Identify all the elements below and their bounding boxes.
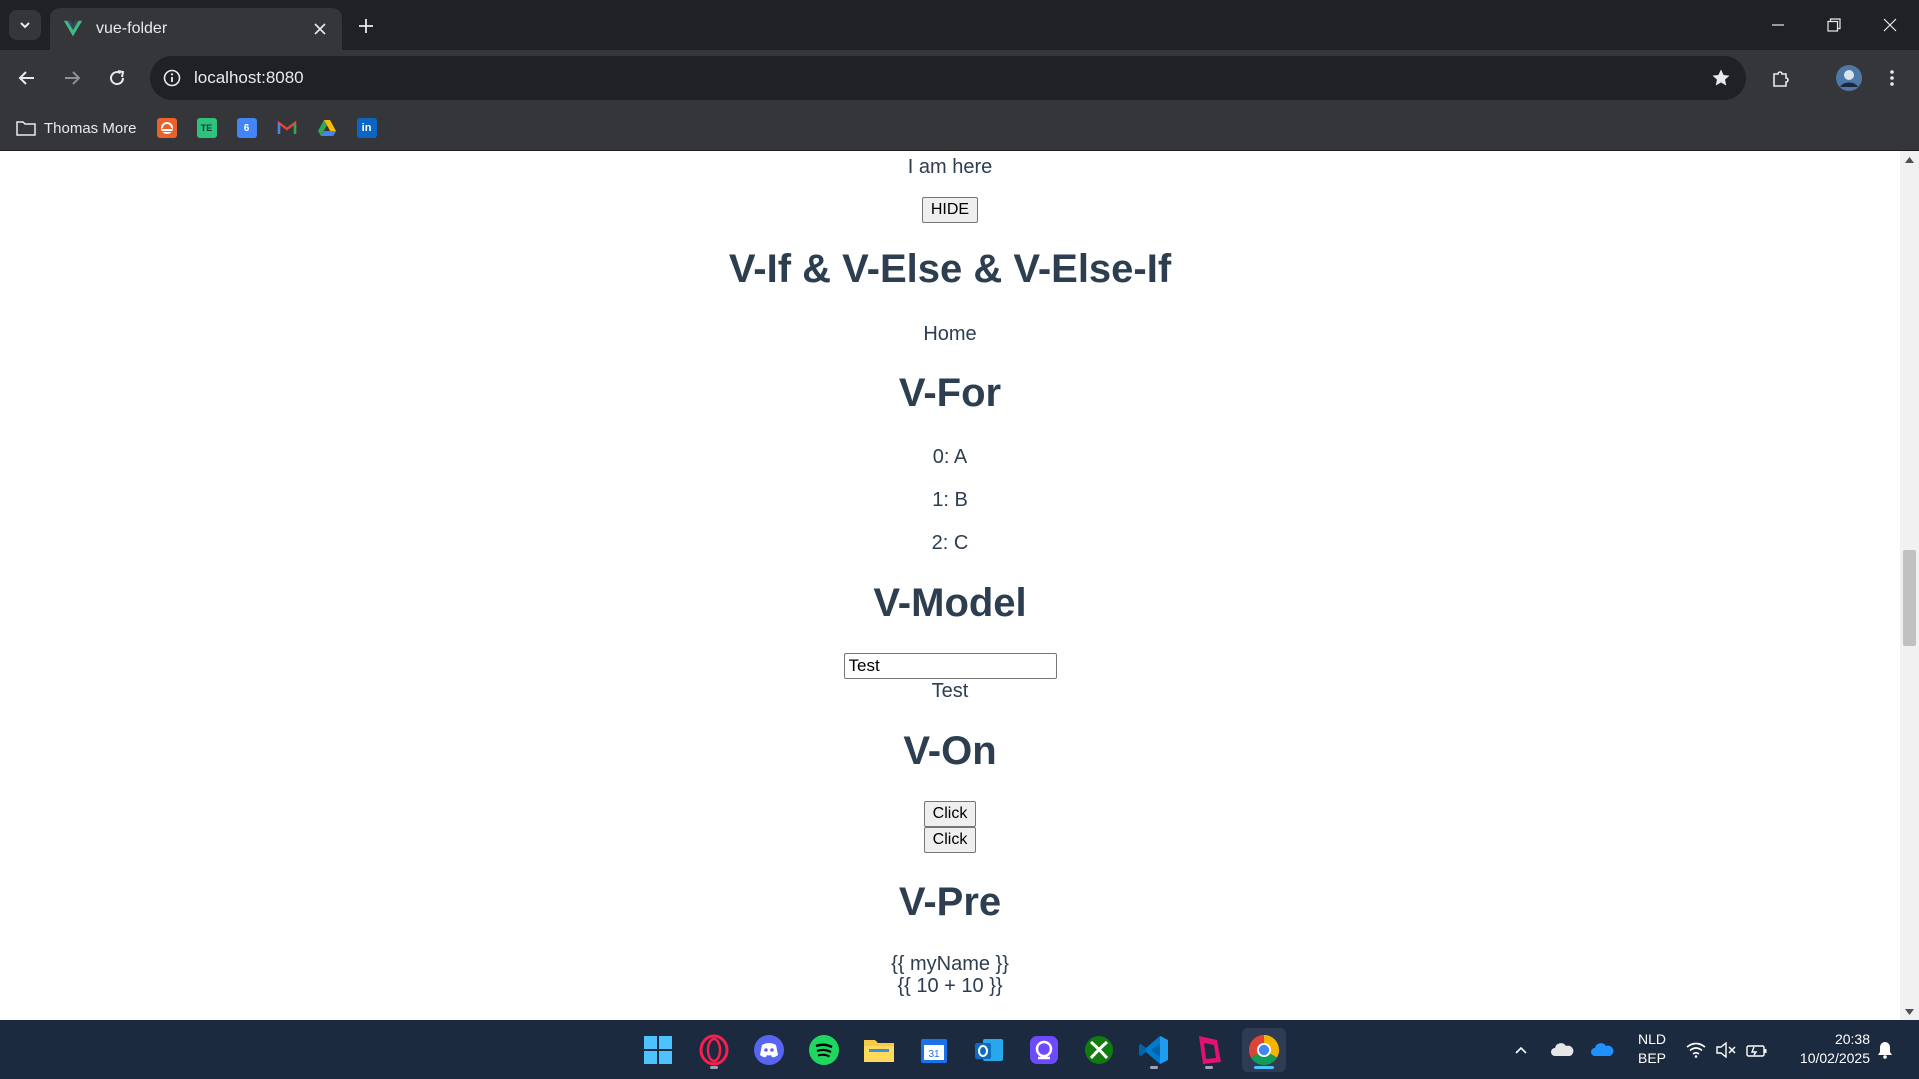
svg-text:31: 31 [928, 1049, 940, 1060]
opera-gx-icon[interactable] [692, 1028, 736, 1072]
v-model-output: Test [931, 680, 969, 702]
volume-muted-icon[interactable] [1716, 1020, 1738, 1079]
forward-button[interactable] [56, 62, 88, 94]
discord-icon[interactable] [747, 1028, 791, 1072]
scrollbar-thumb[interactable] [1903, 550, 1916, 646]
heading-v-pre: V-Pre [898, 880, 1002, 924]
triangle-up-icon [1905, 156, 1914, 163]
chevron-down-icon [20, 22, 30, 29]
close-window-button[interactable] [1862, 0, 1918, 50]
google-calendar-icon[interactable]: 6 [236, 118, 257, 138]
restore-button[interactable] [1806, 0, 1862, 50]
keyboard-layout: BEP [1637, 1050, 1666, 1066]
vue-icon [63, 20, 83, 37]
bookmark-folder-label: Thomas More [44, 119, 137, 137]
clock-date: 10/02/2025 [1799, 1050, 1870, 1066]
info-icon [163, 69, 181, 87]
v-pre-line-2: {{ 10 + 10 }} [897, 975, 1003, 997]
reload-button[interactable] [101, 62, 133, 94]
scroll-down-button[interactable] [1900, 1003, 1919, 1020]
plus-icon [359, 19, 373, 33]
tab-close-icon[interactable] [308, 17, 332, 41]
file-explorer-icon[interactable] [857, 1028, 901, 1072]
puzzle-icon [1773, 71, 1789, 87]
wifi-icon[interactable] [1686, 1020, 1706, 1079]
browser-menu-button[interactable] [1876, 62, 1908, 94]
arrow-left-icon [18, 71, 34, 85]
tab-strip: vue-folder [0, 0, 1919, 50]
extensions-button[interactable] [1765, 62, 1797, 94]
new-tab-button[interactable] [352, 12, 380, 40]
spotify-icon[interactable] [802, 1028, 846, 1072]
clock-time: 20:38 [1834, 1031, 1870, 1047]
v-if-result: Home [923, 323, 977, 345]
v-pre-line-1: {{ myName }} [891, 953, 1009, 975]
heading-v-if: V-If & V-Else & V-Else-If [728, 247, 1172, 291]
reload-icon [110, 70, 125, 86]
vscode-icon[interactable] [1132, 1028, 1176, 1072]
linkedin-icon[interactable]: in [356, 118, 377, 138]
click-button-1[interactable]: Click [923, 801, 977, 827]
chrome-icon[interactable] [1242, 1028, 1286, 1072]
bookmarks-bar: Thomas More TE 6 in [0, 106, 1919, 151]
calendar-icon[interactable]: 31 [912, 1028, 956, 1072]
click-button-2[interactable]: Click [923, 827, 977, 853]
triangle-down-icon [1905, 1008, 1914, 1015]
onedrive-business-icon[interactable] [1590, 1020, 1614, 1079]
page-viewport: I am here HIDE V-If & V-Else & V-Else-If… [0, 151, 1900, 1020]
back-button[interactable] [11, 62, 43, 94]
app-icon[interactable] [1187, 1028, 1231, 1072]
battery-icon[interactable] [1746, 1020, 1768, 1079]
minimize-button[interactable] [1750, 0, 1806, 50]
tab-search-button[interactable] [9, 10, 41, 40]
address-bar[interactable]: localhost:8080 [150, 56, 1746, 100]
list-item: 1: B [932, 489, 968, 511]
arrow-right-icon [65, 71, 81, 85]
list-item: 0: A [932, 446, 968, 468]
gmail-icon[interactable] [277, 118, 297, 138]
hide-button[interactable]: HIDE [921, 197, 979, 223]
xbox-icon[interactable] [1077, 1028, 1121, 1072]
bell-icon [1878, 1041, 1892, 1059]
heading-v-for: V-For [898, 371, 1002, 415]
restore-icon [1827, 18, 1841, 32]
windows-start-icon[interactable] [636, 1028, 680, 1072]
heading-v-on: V-On [903, 729, 997, 773]
proton-icon[interactable] [1022, 1028, 1066, 1072]
brand-orange-icon[interactable] [156, 118, 177, 138]
tab-title: vue-folder [96, 20, 168, 37]
windows-taskbar: 31 NLD BEP 20:38 10/02/2025 [0, 1020, 1919, 1079]
taskbar-clock[interactable]: 20:38 10/02/2025 [1780, 1030, 1870, 1068]
tab-vue-folder[interactable]: vue-folder [50, 8, 342, 50]
te-icon[interactable]: TE [196, 118, 217, 138]
notifications-button[interactable] [1876, 1020, 1894, 1079]
close-icon [1883, 18, 1897, 32]
chevron-up-icon [1515, 1046, 1527, 1054]
visible-text: I am here [907, 156, 993, 178]
show-hidden-icons-button[interactable] [1513, 1020, 1529, 1079]
more-vertical-icon [1890, 70, 1894, 86]
profile-avatar[interactable] [1832, 61, 1866, 95]
folder-icon [16, 121, 36, 136]
minimize-icon [1772, 24, 1784, 26]
outlook-icon[interactable] [967, 1028, 1011, 1072]
avatar-icon [1836, 65, 1862, 91]
star-icon [1712, 69, 1730, 86]
onedrive-personal-icon[interactable] [1550, 1020, 1574, 1079]
list-item: 2: C [931, 532, 969, 554]
bookmark-star-button[interactable] [1696, 68, 1746, 88]
google-drive-icon[interactable] [317, 118, 337, 138]
site-info-button[interactable] [150, 69, 194, 87]
v-model-input[interactable] [843, 653, 1057, 679]
page-scrollbar[interactable] [1900, 151, 1919, 1020]
scroll-up-button[interactable] [1900, 151, 1919, 168]
browser-toolbar: localhost:8080 [0, 50, 1919, 106]
language-code: NLD [1637, 1031, 1666, 1047]
url-text[interactable]: localhost:8080 [194, 68, 1696, 88]
bookmark-folder-thomas-more[interactable]: Thomas More [16, 120, 137, 137]
heading-v-model: V-Model [873, 581, 1027, 625]
input-language-indicator[interactable]: NLD BEP [1634, 1030, 1670, 1068]
